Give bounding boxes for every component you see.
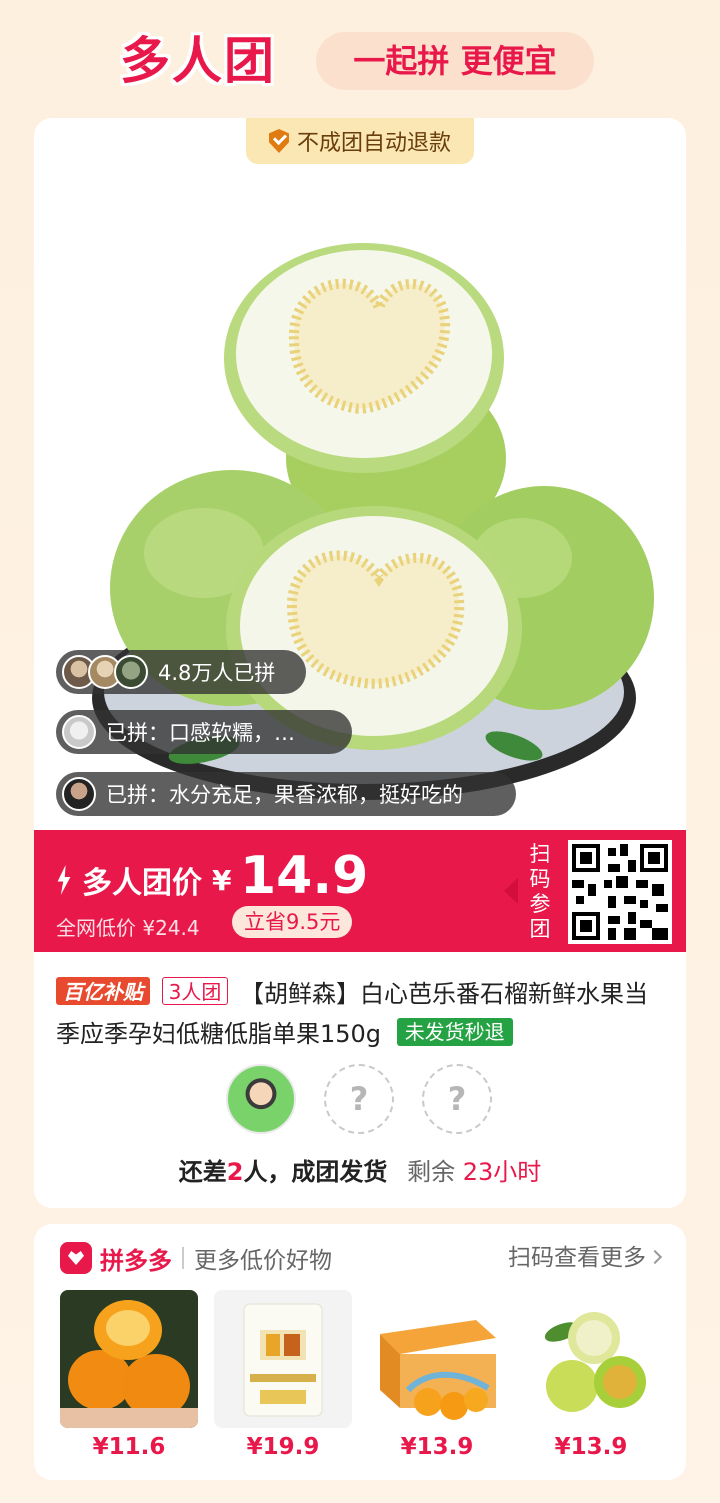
group-members: ? ? (226, 1064, 496, 1136)
buyer-comment-text: 已拼：口感软糯，… (106, 721, 295, 745)
remaining-label: 剩余 (407, 1158, 456, 1186)
goods-list: ¥11.6 ¥19.9 ¥13.9 ¥13.9 (60, 1290, 660, 1470)
slogan-pill: 一起拼 更便宜 (316, 32, 594, 90)
goods-item[interactable]: ¥19.9 (214, 1290, 352, 1470)
scan-to-join-label: 扫码参团 (529, 842, 551, 941)
savings-badge: 立省9.5元 (232, 906, 353, 938)
goods-item[interactable]: ¥11.6 (60, 1290, 198, 1470)
group-price: 14.9 (240, 846, 369, 906)
group-size-tag: 3人团 (161, 977, 229, 1005)
joined-count-pill: 4.8万人已拼 (56, 650, 306, 694)
brand-title: 多人团 (120, 32, 276, 90)
subsidy-tag: 百亿补贴 (56, 977, 150, 1005)
buyer-avatars (62, 655, 148, 689)
market-price: 全网低价 ¥24.4 (56, 916, 200, 940)
refund-guarantee-badge: 不成团自动退款 (246, 118, 474, 164)
goods-price: ¥13.9 (554, 1434, 628, 1460)
price-bar: 多人团价 ¥ 14.9 全网低价 ¥24.4 立省9.5元 扫码参团 (34, 830, 686, 952)
avatar (62, 777, 96, 811)
goods-price: ¥11.6 (92, 1434, 166, 1460)
chevron-right-icon (647, 1249, 663, 1265)
pinduoduo-logo-icon (60, 1242, 92, 1274)
more-goods-section: 拼多多 更多低价好物 扫码查看更多 ¥11.6 ¥19.9 ¥13.9 ¥13.… (34, 1224, 686, 1480)
orange-box-image (368, 1290, 506, 1428)
empty-member-slot[interactable]: ? (324, 1064, 394, 1134)
orange-image (60, 1290, 198, 1428)
avatar (114, 655, 148, 689)
qr-code[interactable] (568, 840, 672, 944)
header: 多人团 一起拼 更便宜 (0, 0, 720, 118)
lightning-icon (57, 865, 71, 895)
avatar (226, 1064, 296, 1134)
empty-member-slot[interactable]: ? (422, 1064, 492, 1134)
buyer-comment-text: 已拼：水分充足，果香浓郁，挺好吃的 (106, 783, 463, 807)
goods-price: ¥19.9 (246, 1434, 320, 1460)
joined-count-label: 4.8万人已拼 (158, 661, 276, 685)
buyer-comment-pill: 已拼：口感软糯，… (56, 710, 352, 754)
flour-bag-image (214, 1290, 352, 1428)
qr-code-icon (572, 844, 668, 940)
fast-refund-tag: 未发货秒退 (396, 1018, 513, 1046)
goods-item[interactable]: ¥13.9 (368, 1290, 506, 1470)
buyer-comment-pill: 已拼：水分充足，果香浓郁，挺好吃的 (56, 772, 516, 816)
green-citrus-image (522, 1290, 660, 1428)
avatar (62, 715, 96, 749)
shield-check-icon (268, 129, 289, 153)
missing-count: 2 (226, 1158, 244, 1186)
goods-price: ¥13.9 (400, 1434, 474, 1460)
goods-item[interactable]: ¥13.9 (522, 1290, 660, 1470)
product-card[interactable]: 不成团自动退款 4.8万人已拼 已拼：口感软糯，… 已拼：水分充足，果香浓郁，挺… (34, 118, 686, 1208)
pinduoduo-name: 拼多多 (100, 1246, 172, 1275)
refund-badge-label: 不成团自动退款 (296, 131, 451, 156)
product-title[interactable]: 百亿补贴 3人团 【胡鲜森】白心芭乐番石榴新鲜水果当季应季孕妇低糖低脂单果150… (56, 974, 666, 1054)
group-price-label: 多人团价 ¥ (56, 858, 231, 902)
more-goods-header: 拼多多 更多低价好物 (60, 1242, 332, 1275)
group-status: 还差2人，成团发货 剩余 23小时 (178, 1158, 542, 1186)
scan-more-link[interactable]: 扫码查看更多 (508, 1242, 663, 1274)
more-goods-subtitle: 更多低价好物 (194, 1248, 332, 1274)
remaining-time: 23小时 (462, 1158, 542, 1186)
divider (182, 1247, 184, 1269)
